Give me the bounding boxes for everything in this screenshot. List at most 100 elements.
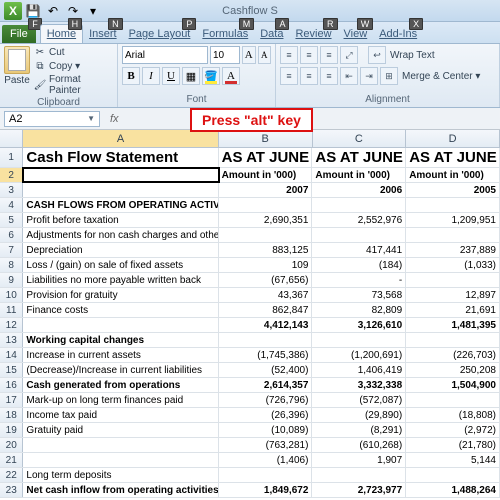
row-header[interactable]: 23	[0, 483, 23, 497]
underline-button[interactable]: U	[162, 67, 180, 85]
cell[interactable]: 1,209,951	[406, 213, 500, 227]
cell[interactable]: Loss / (gain) on sale of fixed assets	[23, 258, 218, 272]
cell[interactable]	[312, 228, 406, 242]
cell[interactable]	[406, 228, 500, 242]
cell[interactable]	[312, 468, 406, 482]
font-size-select[interactable]	[210, 46, 240, 64]
cell[interactable]	[23, 183, 218, 197]
cell[interactable]: (10,089)	[219, 423, 313, 437]
qat-dropdown-icon[interactable]: ▾	[84, 2, 102, 20]
cell[interactable]: 5,144	[406, 453, 500, 467]
cell[interactable]: 2,723,977	[312, 483, 406, 497]
cell[interactable]: 109	[219, 258, 313, 272]
cell[interactable]: 2005	[406, 183, 500, 197]
cell[interactable]: 3,126,610	[312, 318, 406, 332]
cell[interactable]: Cash generated from operations	[23, 378, 218, 392]
cell[interactable]: 2,614,357	[219, 378, 313, 392]
cell[interactable]: 1,481,395	[406, 318, 500, 332]
fill-color-button[interactable]: 🪣	[202, 67, 220, 85]
cell[interactable]: Increase in current assets	[23, 348, 218, 362]
cell[interactable]	[23, 438, 218, 452]
cell[interactable]: (Decrease)/Increase in current liabiliti…	[23, 363, 218, 377]
col-header-c[interactable]: C	[313, 130, 407, 147]
cell[interactable]: 250,208	[406, 363, 500, 377]
cell[interactable]: (21,780)	[406, 438, 500, 452]
cell[interactable]: (52,400)	[219, 363, 313, 377]
align-bottom-button[interactable]: ≡	[320, 46, 338, 64]
row-header[interactable]: 3	[0, 183, 23, 197]
cell[interactable]: (1,745,386)	[219, 348, 313, 362]
row-header[interactable]: 22	[0, 468, 23, 482]
cell[interactable]: (1,406)	[219, 453, 313, 467]
col-header-b[interactable]: B	[219, 130, 313, 147]
cell[interactable]: Provision for gratuity	[23, 288, 218, 302]
cell[interactable]: 1,907	[312, 453, 406, 467]
cell[interactable]: (29,890)	[312, 408, 406, 422]
cell[interactable]	[23, 453, 218, 467]
cell[interactable]: 1,504,900	[406, 378, 500, 392]
align-top-button[interactable]: ≡	[280, 46, 298, 64]
cell[interactable]: 862,847	[219, 303, 313, 317]
tab-addins[interactable]: Add-InsX	[373, 25, 423, 43]
cell[interactable]: Depreciation	[23, 243, 218, 257]
cell[interactable]	[406, 198, 500, 212]
increase-indent-button[interactable]: ⇥	[360, 67, 378, 85]
tab-insert[interactable]: InsertN	[83, 25, 123, 43]
row-header[interactable]: 9	[0, 273, 23, 287]
cell[interactable]: Net cash inflow from operating activitie…	[23, 483, 218, 497]
cell[interactable]	[406, 393, 500, 407]
row-header[interactable]: 16	[0, 378, 23, 392]
cell[interactable]: Cash Flow Statement	[23, 148, 218, 167]
cell[interactable]: 1,406,419	[312, 363, 406, 377]
row-header[interactable]: 14	[0, 348, 23, 362]
cell[interactable]: (8,291)	[312, 423, 406, 437]
align-left-button[interactable]: ≡	[280, 67, 298, 85]
cell[interactable]: (18,808)	[406, 408, 500, 422]
redo-icon[interactable]: ↷	[64, 2, 82, 20]
cell[interactable]	[406, 273, 500, 287]
cell[interactable]: Amount in '000)	[312, 168, 406, 182]
col-header-d[interactable]: D	[406, 130, 500, 147]
cell[interactable]: 2006	[312, 183, 406, 197]
cell[interactable]: Finance costs	[23, 303, 218, 317]
cell[interactable]: AS AT JUNE 30, 2006	[312, 148, 406, 167]
cell[interactable]: 73,568	[312, 288, 406, 302]
cell[interactable]: (763,281)	[219, 438, 313, 452]
cell[interactable]: Income tax paid	[23, 408, 218, 422]
cell[interactable]: Gratuity paid	[23, 423, 218, 437]
align-middle-button[interactable]: ≡	[300, 46, 318, 64]
cell[interactable]: 1,849,672	[219, 483, 313, 497]
chevron-down-icon[interactable]: ▼	[87, 114, 95, 123]
cell[interactable]: (2,972)	[406, 423, 500, 437]
shrink-font-button[interactable]: A	[258, 46, 272, 64]
row-header[interactable]: 13	[0, 333, 23, 347]
cell[interactable]	[219, 468, 313, 482]
cell[interactable]: Long term deposits	[23, 468, 218, 482]
cell[interactable]: 12,897	[406, 288, 500, 302]
cell[interactable]: 3,332,338	[312, 378, 406, 392]
cell[interactable]	[312, 333, 406, 347]
cell[interactable]: AS AT JUNE 30, 2005	[406, 148, 500, 167]
cell[interactable]: (572,087)	[312, 393, 406, 407]
cell[interactable]: (1,033)	[406, 258, 500, 272]
cell[interactable]: Working capital changes	[23, 333, 218, 347]
row-header[interactable]: 20	[0, 438, 23, 452]
cell[interactable]: 21,691	[406, 303, 500, 317]
cell[interactable]: 2,552,976	[312, 213, 406, 227]
row-header[interactable]: 11	[0, 303, 23, 317]
row-header[interactable]: 17	[0, 393, 23, 407]
cell[interactable]: 4,412,143	[219, 318, 313, 332]
tab-review[interactable]: ReviewR	[289, 25, 337, 43]
cell[interactable]: Adjustments for non cash charges and oth…	[23, 228, 218, 242]
cell[interactable]: 1,488,264	[406, 483, 500, 497]
cell[interactable]	[219, 198, 313, 212]
cell[interactable]: Liabilities no more payable written back	[23, 273, 218, 287]
copy-button[interactable]: ⧉Copy ▾	[34, 60, 113, 72]
row-header[interactable]: 4	[0, 198, 23, 212]
row-header[interactable]: 12	[0, 318, 23, 332]
row-header[interactable]: 10	[0, 288, 23, 302]
align-right-button[interactable]: ≡	[320, 67, 338, 85]
row-header[interactable]: 7	[0, 243, 23, 257]
wrap-text-button[interactable]: Wrap Text	[390, 50, 435, 61]
cell[interactable]: 883,125	[219, 243, 313, 257]
